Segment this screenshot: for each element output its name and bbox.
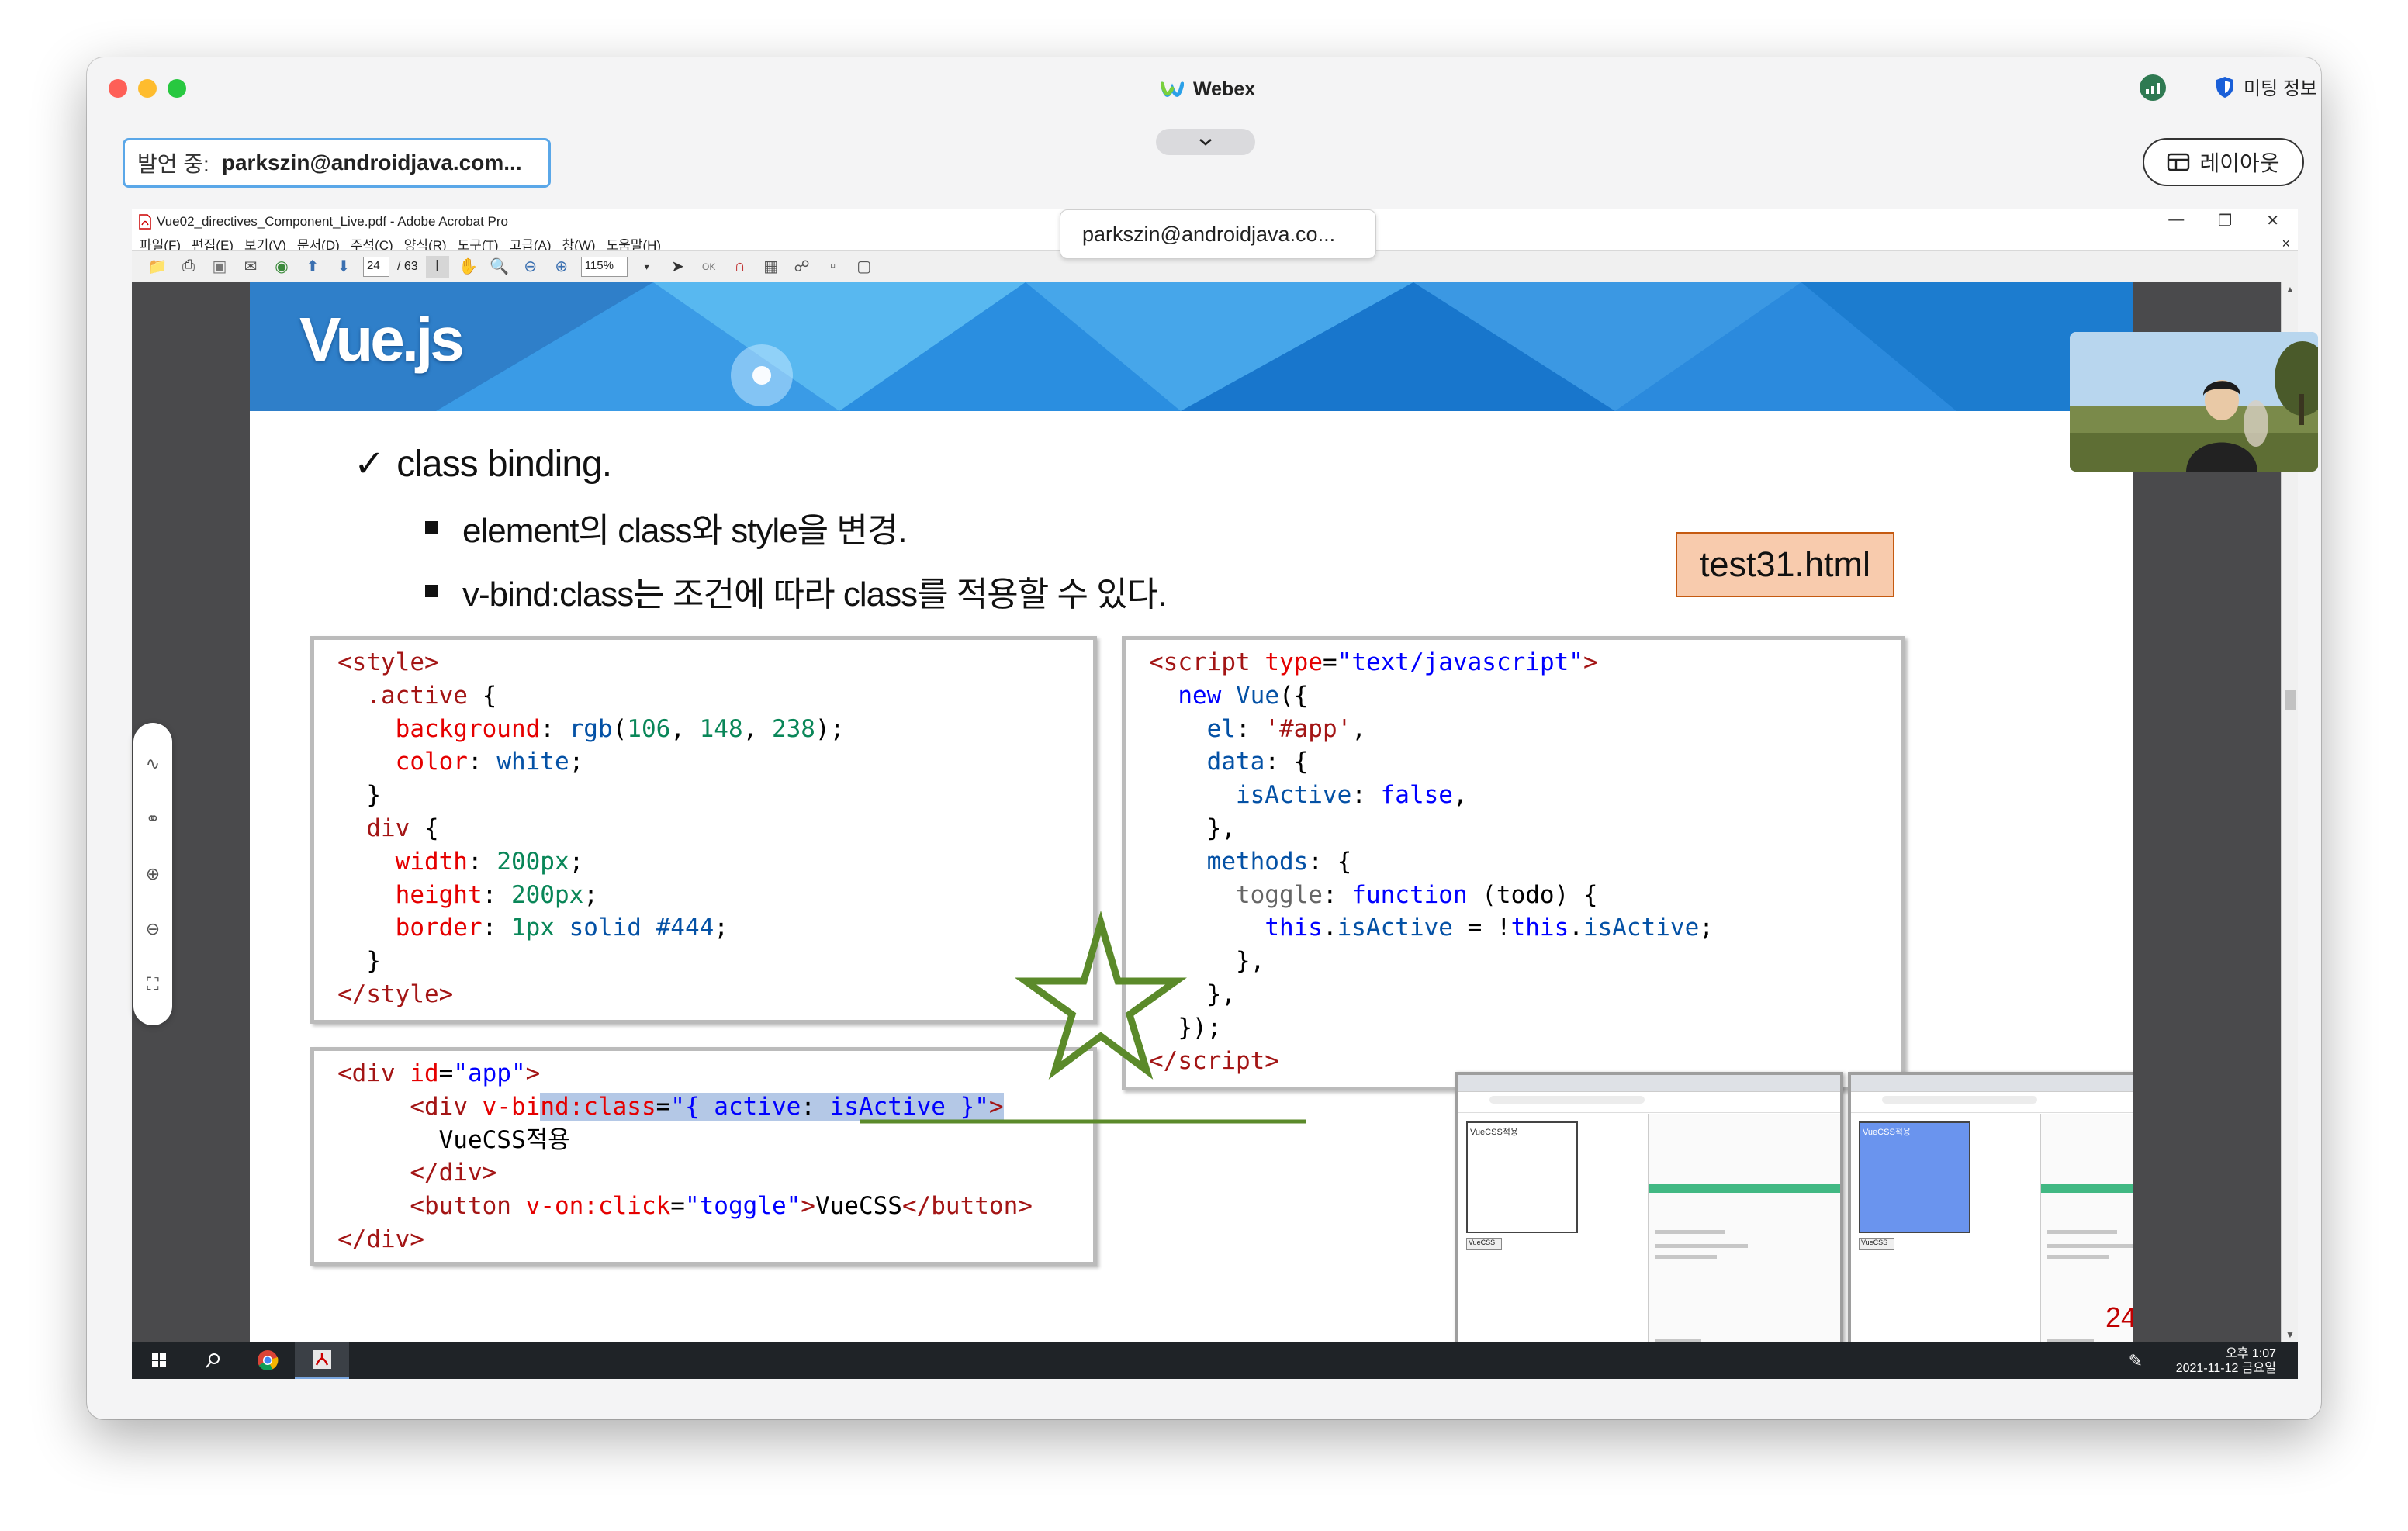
demo-toggle-button: VueCSS xyxy=(1859,1238,1894,1250)
page-total: / 63 xyxy=(397,259,418,273)
scroll-down-icon[interactable]: ▼ xyxy=(2285,1329,2295,1340)
remote-control-icon[interactable]: ⚭ xyxy=(146,809,160,829)
chevron-down-icon xyxy=(1199,139,1212,146)
search-icon[interactable] xyxy=(186,1342,240,1379)
vue-devtools-panel xyxy=(1648,1114,1840,1342)
annotate-pen-icon[interactable]: ∿ xyxy=(146,754,160,774)
zoom-in-icon[interactable]: ⊕ xyxy=(550,256,573,278)
webex-window: Webex 미팅 정보 발언 중: parkszin@androidjava.c… xyxy=(87,57,2321,1419)
text-field-icon[interactable]: ▫ xyxy=(822,256,845,278)
hand-tool-icon[interactable]: ✋ xyxy=(457,256,480,278)
pen-icon[interactable]: ✎ xyxy=(2129,1351,2143,1371)
demo-toggle-button: VueCSS xyxy=(1466,1238,1502,1250)
dropdown-arrow-icon[interactable]: ▾ xyxy=(635,256,659,278)
shared-screen: Vue02_directives_Component_Live.pdf - Ad… xyxy=(132,209,2298,1379)
chrome-icon[interactable] xyxy=(240,1342,295,1379)
zoom-tool-icon[interactable]: 🔍 xyxy=(488,256,511,278)
demo-div-inactive: VueCSS적용 xyxy=(1466,1121,1578,1233)
zoom-out-icon[interactable]: ⊖ xyxy=(519,256,542,278)
participant-video xyxy=(2070,332,2318,472)
acrobat-title: Vue02_directives_Component_Live.pdf - Ad… xyxy=(157,214,508,229)
form-field-icon[interactable]: OK xyxy=(697,256,721,278)
scrollbar-thumb[interactable] xyxy=(2285,690,2296,710)
window-title: Webex xyxy=(1161,76,1255,102)
snapshot-icon[interactable]: ▢ xyxy=(853,256,876,278)
network-signal-icon[interactable] xyxy=(2140,74,2166,101)
previous-page-icon[interactable]: ⬆ xyxy=(301,256,324,278)
demo-div-active: VueCSS적용 xyxy=(1859,1121,1970,1233)
save-icon[interactable]: ▣ xyxy=(208,256,231,278)
zoom-in-icon[interactable]: ⊕ xyxy=(146,864,160,884)
system-clock[interactable]: 오후 1:07 2021-11-12 금요일 xyxy=(2176,1346,2276,1376)
scroll-up-icon[interactable]: ▲ xyxy=(2285,284,2295,295)
minimize-window-button[interactable] xyxy=(138,79,157,98)
acrobat-taskbar-icon[interactable] xyxy=(295,1342,349,1379)
annotation-toolbar: ∿ ⚭ ⊕ ⊖ ⛶ xyxy=(133,723,172,1025)
slide-page: Vue.js ✓ class binding. element의 class와 … xyxy=(250,282,2133,1342)
zoom-level-select[interactable]: 115% xyxy=(580,256,628,277)
pdf-view-area: Vue.js ✓ class binding. element의 class와 … xyxy=(132,282,2298,1342)
minimize-icon[interactable]: — xyxy=(2168,211,2184,230)
select-text-icon[interactable]: I xyxy=(425,255,449,278)
browser-screenshot-inactive: VueCSS적용 VueCSS xyxy=(1455,1072,1843,1342)
self-video-thumbnail[interactable] xyxy=(2070,332,2318,472)
page-number-input[interactable]: 24 xyxy=(363,256,389,277)
fit-screen-icon[interactable]: ⛶ xyxy=(147,974,158,994)
pdf-file-icon xyxy=(139,214,151,230)
webex-logo-icon xyxy=(1161,81,1184,97)
open-folder-icon[interactable]: 📁 xyxy=(146,256,169,278)
print-icon[interactable]: ⎙ xyxy=(177,256,200,278)
restore-icon[interactable]: ❐ xyxy=(2218,211,2232,230)
shield-icon xyxy=(2216,76,2233,98)
slide-page-number: 24 xyxy=(2105,1301,2133,1333)
windows-start-icon[interactable] xyxy=(132,1342,186,1379)
select-object-icon[interactable]: ➤ xyxy=(666,256,690,278)
star-annotation xyxy=(1014,911,1188,1080)
browser-screenshot-active: VueCSS적용 VueCSS xyxy=(1848,1072,2133,1342)
collaborate-icon[interactable]: ◉ xyxy=(270,256,293,278)
presenter-name-label: parkszin@androidjava.co... xyxy=(1060,209,1376,259)
active-speaker-indicator: 발언 중: parkszin@androidjava.com... xyxy=(123,138,551,188)
zoom-out-icon[interactable]: ⊖ xyxy=(146,919,160,939)
acrobat-window-controls: — ❐ ✕ xyxy=(2168,211,2279,230)
close-window-button[interactable] xyxy=(109,79,127,98)
crop-icon[interactable]: ▦ xyxy=(759,256,783,278)
zoom-window-button[interactable] xyxy=(168,79,186,98)
next-page-icon[interactable]: ⬇ xyxy=(332,256,355,278)
meeting-info-button[interactable]: 미팅 정보 xyxy=(2214,73,2317,100)
layout-button[interactable]: 레이아웃 xyxy=(2143,138,2304,186)
stamp-icon[interactable]: ∩ xyxy=(728,256,752,278)
close-icon[interactable]: ✕ xyxy=(2266,211,2279,230)
collapse-controls-button[interactable] xyxy=(1156,129,1255,155)
link-icon[interactable]: ☍ xyxy=(791,256,814,278)
layout-icon xyxy=(2168,153,2190,171)
windows-taskbar: ✎ 오후 1:07 2021-11-12 금요일 xyxy=(132,1342,2298,1379)
email-icon[interactable]: ✉ xyxy=(239,256,262,278)
